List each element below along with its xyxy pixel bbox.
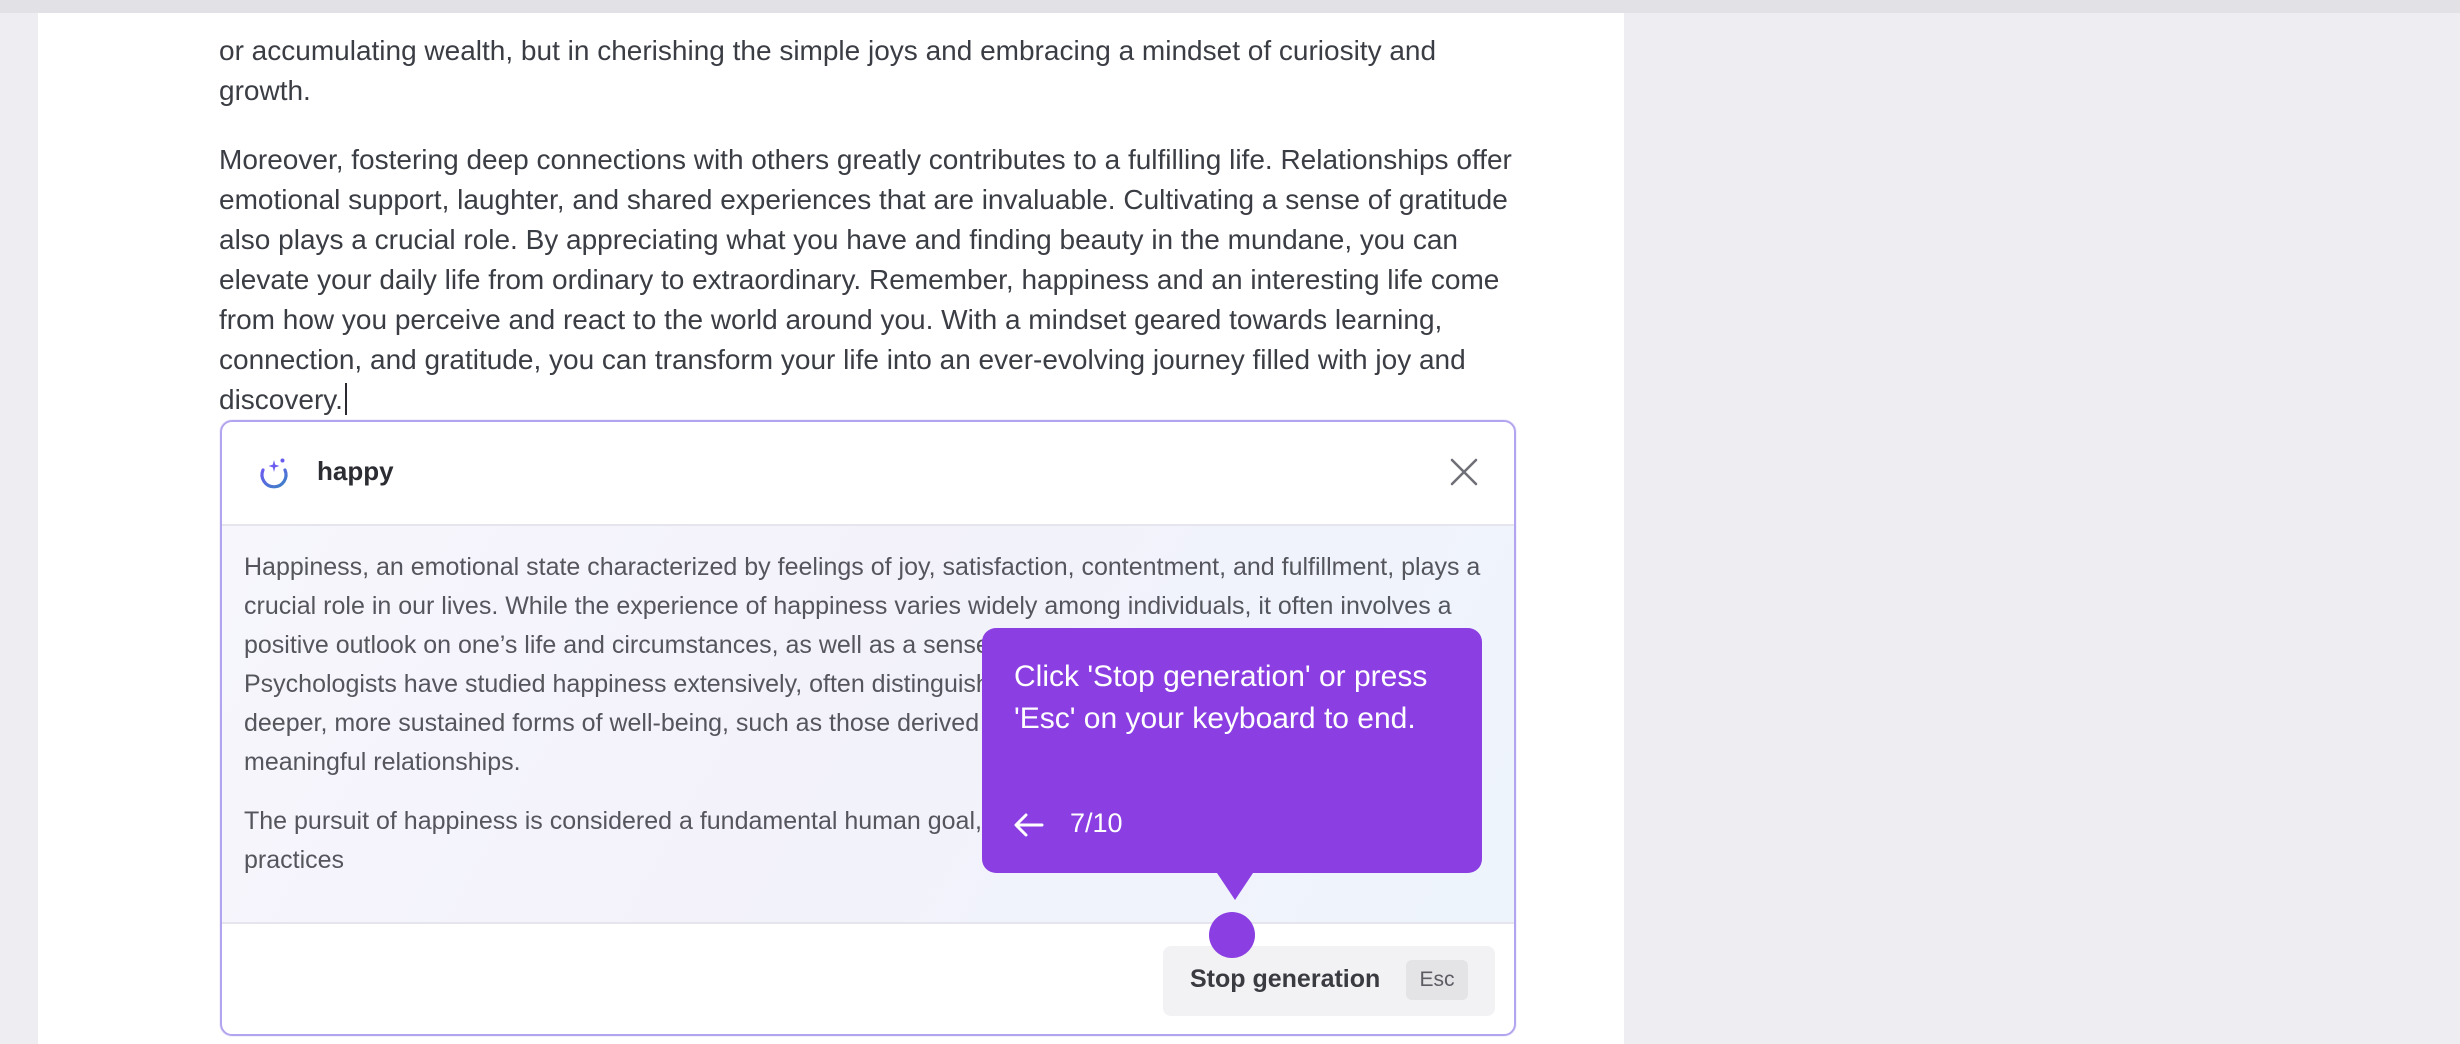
panel-header: happy xyxy=(222,422,1514,526)
walkthrough-tooltip: Click 'Stop generation' or press 'Esc' o… xyxy=(982,628,1482,873)
document-paragraph-1[interactable]: or accumulating wealth, but in cherishin… xyxy=(219,31,1529,111)
tooltip-step-counter: 7/10 xyxy=(1070,808,1123,838)
document-paragraph-2[interactable]: Moreover, fostering deep connections wit… xyxy=(219,140,1529,420)
document-page[interactable]: or accumulating wealth, but in cherishin… xyxy=(38,13,1624,1044)
esc-shortcut-badge: Esc xyxy=(1406,960,1468,1000)
panel-title: happy xyxy=(317,456,394,486)
close-icon[interactable] xyxy=(1444,452,1484,492)
top-toolbar-strip xyxy=(0,0,2460,13)
tooltip-text: Click 'Stop generation' or press 'Esc' o… xyxy=(1014,660,1428,735)
document-paragraph-2-text: Moreover, fostering deep connections wit… xyxy=(219,144,1512,415)
stop-generation-label: Stop generation xyxy=(1190,965,1381,993)
stop-generation-button[interactable]: Stop generation Esc xyxy=(1163,946,1495,1016)
magic-write-icon xyxy=(260,458,288,489)
tooltip-beacon[interactable] xyxy=(1209,912,1255,958)
text-cursor xyxy=(344,383,347,415)
arrow-left-icon[interactable] xyxy=(1012,811,1046,839)
tooltip-pointer xyxy=(1215,870,1255,900)
